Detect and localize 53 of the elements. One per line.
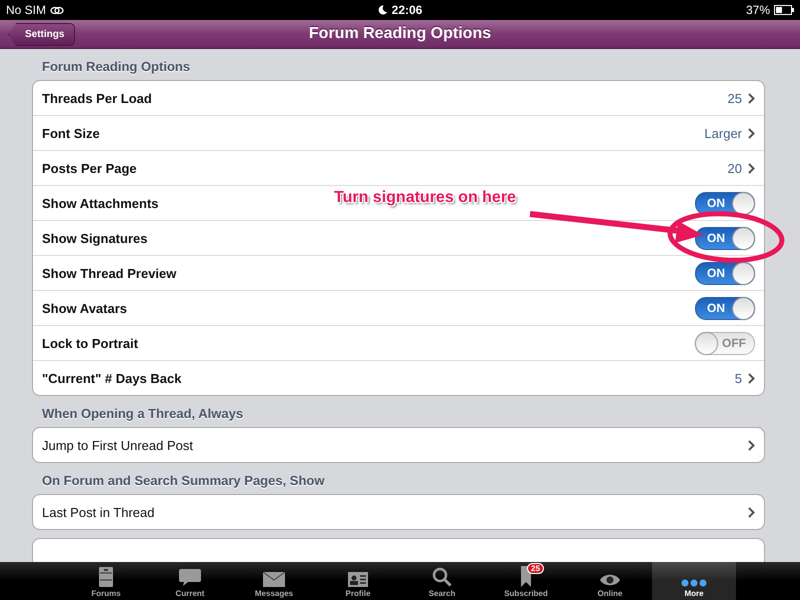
setting-label: Show Avatars xyxy=(42,300,128,316)
back-button[interactable]: Settings xyxy=(8,23,76,46)
chevron-icon xyxy=(748,128,755,138)
tab-bar-item[interactable]: Subscribed 25 xyxy=(484,562,568,600)
id-card-icon xyxy=(348,572,368,587)
section-header: When Opening a Thread, Always xyxy=(41,405,244,423)
toggle-switch[interactable]: ON xyxy=(695,226,755,250)
setting-value[interactable]: 20 xyxy=(728,160,742,176)
search-icon xyxy=(432,567,452,587)
setting-label: Jump to First Unread Post xyxy=(42,438,193,452)
tab-bar-item[interactable]: Search xyxy=(400,562,484,600)
setting-label: Last Post in Thread xyxy=(42,504,154,520)
battery-icon xyxy=(774,5,794,15)
toggle-switch[interactable]: ON xyxy=(695,296,755,320)
speech-bubble-icon xyxy=(179,568,201,587)
envelope-icon xyxy=(263,572,285,587)
eye-icon xyxy=(599,573,621,587)
chevron-icon xyxy=(748,372,755,384)
setting-label: "Current" # Days Back xyxy=(42,370,182,386)
setting-label: Threads Per Load xyxy=(42,90,152,106)
setting-label: Show Signatures xyxy=(42,230,148,246)
chevron-icon xyxy=(748,506,755,518)
setting-value[interactable]: 5 xyxy=(734,370,742,386)
more-icon xyxy=(681,579,707,587)
moon-icon xyxy=(378,5,388,15)
toggle-switch[interactable]: ON xyxy=(695,192,755,214)
count-badge: 25 xyxy=(527,563,544,574)
setting-label: Font Size xyxy=(42,126,100,140)
setting-label: Posts Per Page xyxy=(42,160,137,176)
tab-bar-item[interactable]: Messages xyxy=(232,562,316,600)
setting-value[interactable]: 25 xyxy=(728,90,742,106)
link-icon xyxy=(50,6,64,14)
setting-label: Show Attachments xyxy=(42,196,159,210)
section-header: Forum Reading Options xyxy=(41,58,192,76)
clock-text: 22:06 xyxy=(392,3,422,17)
toggle-switch[interactable]: ON xyxy=(695,262,755,284)
battery-text: 37% xyxy=(746,3,770,17)
tab-bar-item[interactable]: Forums xyxy=(64,562,148,600)
tab-bar-item[interactable]: Profile xyxy=(316,562,400,600)
tab-bar-item[interactable]: Current xyxy=(148,562,232,600)
setting-value[interactable]: Larger xyxy=(704,126,742,140)
chevron-icon xyxy=(748,162,755,174)
page-title: Forum Reading Options xyxy=(308,25,492,43)
chevron-icon xyxy=(748,92,755,104)
cabinet-icon xyxy=(99,567,113,587)
chevron-icon xyxy=(748,440,755,450)
tab-bar-item[interactable]: More xyxy=(652,562,736,600)
setting-label: Lock to Portrait xyxy=(42,336,138,350)
carrier-text: No SIM xyxy=(6,3,46,17)
tab-bar-item[interactable]: Online xyxy=(568,562,652,600)
section-header: On Forum and Search Summary Pages, Show xyxy=(41,472,326,490)
setting-label: Show Thread Preview xyxy=(42,266,176,280)
annotation-text: Turn signatures on here xyxy=(334,189,516,207)
